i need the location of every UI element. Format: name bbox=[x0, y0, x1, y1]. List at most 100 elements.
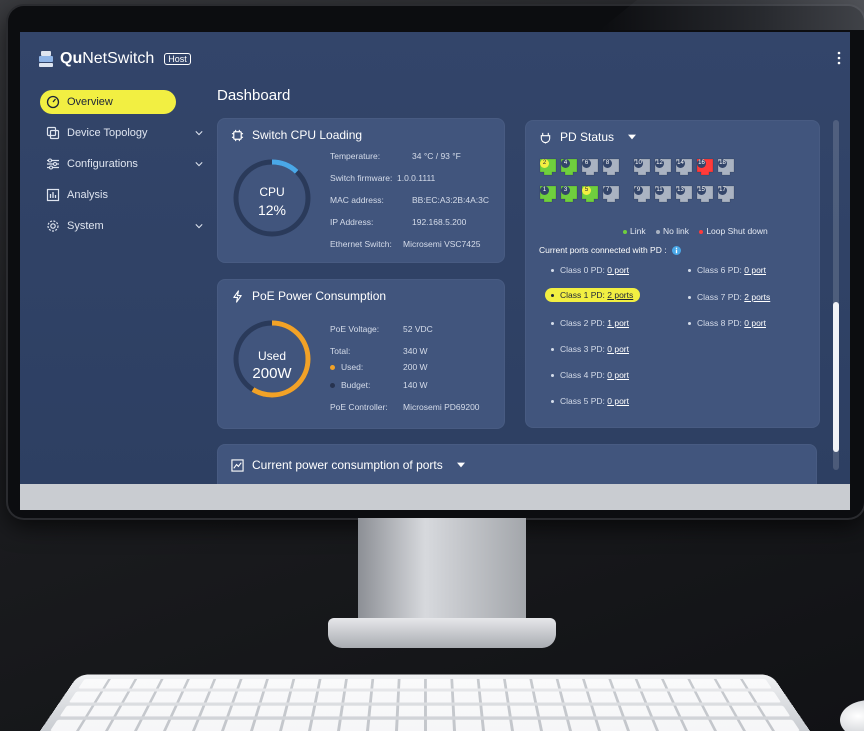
port-number: 7 bbox=[603, 186, 612, 195]
pd-class-link[interactable]: 0 port bbox=[607, 265, 629, 275]
screen-glare bbox=[600, 0, 864, 30]
port-18[interactable]: 18 bbox=[717, 158, 735, 178]
port-9[interactable]: 9 bbox=[633, 185, 651, 205]
sidebar-item-label: Configurations bbox=[67, 158, 138, 170]
port-number: 18 bbox=[718, 159, 727, 168]
port-number: 6 bbox=[582, 159, 591, 168]
pd-class-row: Class 8 PD: 0 port bbox=[688, 318, 766, 328]
sliders-icon bbox=[46, 157, 60, 171]
port-7[interactable]: 7 bbox=[602, 185, 620, 205]
port-number: 17 bbox=[718, 186, 727, 195]
sidebar-item-overview[interactable]: Overview bbox=[40, 90, 176, 114]
scrollbar-thumb[interactable] bbox=[833, 302, 839, 452]
port-number: 12 bbox=[655, 159, 664, 168]
port-13[interactable]: 13 bbox=[675, 185, 693, 205]
budget-color-dot bbox=[330, 383, 335, 388]
caret-down-icon[interactable] bbox=[457, 462, 465, 468]
port-number: 4 bbox=[561, 159, 570, 168]
port-15[interactable]: 15 bbox=[696, 185, 714, 205]
pd-class-row: Class 2 PD: 1 port bbox=[551, 318, 629, 328]
port-17[interactable]: 17 bbox=[717, 185, 735, 205]
port-8[interactable]: 8 bbox=[602, 158, 620, 178]
cpu-card-title: Switch CPU Loading bbox=[252, 128, 362, 142]
sidebar-item-label: Overview bbox=[67, 96, 113, 108]
pd-class-link[interactable]: 1 port bbox=[607, 318, 629, 328]
port-number: 2 bbox=[540, 159, 549, 168]
chevron-down-icon[interactable] bbox=[195, 222, 203, 230]
cpu-info-row: MAC address: BB:EC:A3:2B:4A:3C bbox=[330, 195, 384, 205]
poe-gauge-value: 200W bbox=[232, 365, 312, 382]
connected-ports-label: Current ports connected with PD : bbox=[539, 245, 681, 255]
pd-class-link[interactable]: 2 ports bbox=[607, 290, 633, 300]
sidebar-item-device-topology[interactable]: Device Topology bbox=[40, 121, 200, 145]
card-header[interactable]: Current power consumption of ports bbox=[231, 458, 465, 472]
card-header[interactable]: PD Status bbox=[539, 130, 636, 144]
keyboard-keys bbox=[50, 679, 800, 731]
port-16[interactable]: 16 bbox=[696, 158, 714, 178]
gauge-icon bbox=[46, 95, 60, 109]
pd-class-link[interactable]: 0 port bbox=[744, 318, 766, 328]
sidebar-item-analysis[interactable]: Analysis bbox=[40, 183, 200, 207]
bar-chart-icon bbox=[46, 188, 60, 202]
port-10[interactable]: 10 bbox=[633, 158, 651, 178]
sidebar-item-label: System bbox=[67, 220, 104, 232]
port-number: 10 bbox=[634, 159, 643, 168]
card-header: PoE Power Consumption bbox=[231, 289, 386, 303]
port-11[interactable]: 11 bbox=[654, 185, 672, 205]
port-power-card: Current power consumption of ports bbox=[217, 444, 817, 484]
chip-icon bbox=[231, 129, 244, 142]
pd-class-link[interactable]: 0 port bbox=[607, 396, 629, 406]
more-options-icon[interactable] bbox=[836, 50, 842, 66]
pd-class-link[interactable]: 0 port bbox=[744, 265, 766, 275]
pd-class-link[interactable]: 0 port bbox=[607, 370, 629, 380]
port-number: 11 bbox=[655, 186, 664, 195]
gear-icon bbox=[46, 219, 60, 233]
caret-down-icon[interactable] bbox=[628, 134, 636, 140]
host-badge: Host bbox=[164, 53, 191, 65]
cpu-info-row: Temperature: 34 °C / 93 °F bbox=[330, 151, 380, 161]
cpu-info-row: Ethernet Switch: Microsemi VSC7425 bbox=[330, 239, 392, 249]
pd-class-row: Class 4 PD: 0 port bbox=[551, 370, 629, 380]
port-5[interactable]: 5 bbox=[581, 185, 599, 205]
pd-class-row: Class 5 PD: 0 port bbox=[551, 396, 629, 406]
keyboard bbox=[40, 675, 810, 731]
pd-class-row: Class 3 PD: 0 port bbox=[551, 344, 629, 354]
poe-info-row: PoE Controller: Microsemi PD69200 bbox=[330, 402, 388, 412]
legend-loop: Loop Shut down bbox=[699, 226, 767, 236]
topology-icon bbox=[46, 126, 60, 140]
monitor-chin bbox=[20, 484, 850, 510]
poe-power-card: PoE Power Consumption Used 200W PoE Volt… bbox=[217, 279, 505, 429]
sidebar-nav: Overview Device Topology Configurations … bbox=[40, 90, 200, 245]
port-number: 15 bbox=[697, 186, 706, 195]
brand-name: QuNetSwitch bbox=[60, 50, 154, 68]
pd-class-row: Class 7 PD: 2 ports bbox=[688, 292, 770, 302]
cpu-info-row: IP Address: 192.168.5.200 bbox=[330, 217, 373, 227]
port-3[interactable]: 3 bbox=[560, 185, 578, 205]
poe-info-row: Total: 340 W bbox=[330, 346, 350, 356]
port-12[interactable]: 12 bbox=[654, 158, 672, 178]
port-legend: Link No link Loop Shut down bbox=[623, 226, 768, 236]
poe-info-row: PoE Voltage: 52 VDC bbox=[330, 324, 379, 334]
info-icon[interactable] bbox=[672, 246, 681, 255]
mouse bbox=[840, 700, 864, 731]
line-chart-icon bbox=[231, 459, 244, 472]
port-1[interactable]: 1 bbox=[539, 185, 557, 205]
port-14[interactable]: 14 bbox=[675, 158, 693, 178]
port-2[interactable]: 2 bbox=[539, 158, 557, 178]
sidebar-item-configurations[interactable]: Configurations bbox=[40, 152, 200, 176]
sidebar-item-system[interactable]: System bbox=[40, 214, 200, 238]
port-4[interactable]: 4 bbox=[560, 158, 578, 178]
pd-class-link[interactable]: 2 ports bbox=[744, 292, 770, 302]
pd-class-link[interactable]: 0 port bbox=[607, 344, 629, 354]
chevron-down-icon[interactable] bbox=[195, 160, 203, 168]
chevron-down-icon[interactable] bbox=[195, 129, 203, 137]
monitor-stand-base bbox=[328, 618, 556, 648]
port-number: 1 bbox=[540, 186, 549, 195]
poe-card-title: PoE Power Consumption bbox=[252, 289, 386, 303]
lightning-icon bbox=[231, 290, 244, 303]
port-6[interactable]: 6 bbox=[581, 158, 599, 178]
port-number: 5 bbox=[582, 186, 591, 195]
brand: QuNetSwitch Host bbox=[38, 50, 191, 68]
port-power-card-title: Current power consumption of ports bbox=[252, 458, 443, 472]
port-number: 14 bbox=[676, 159, 685, 168]
